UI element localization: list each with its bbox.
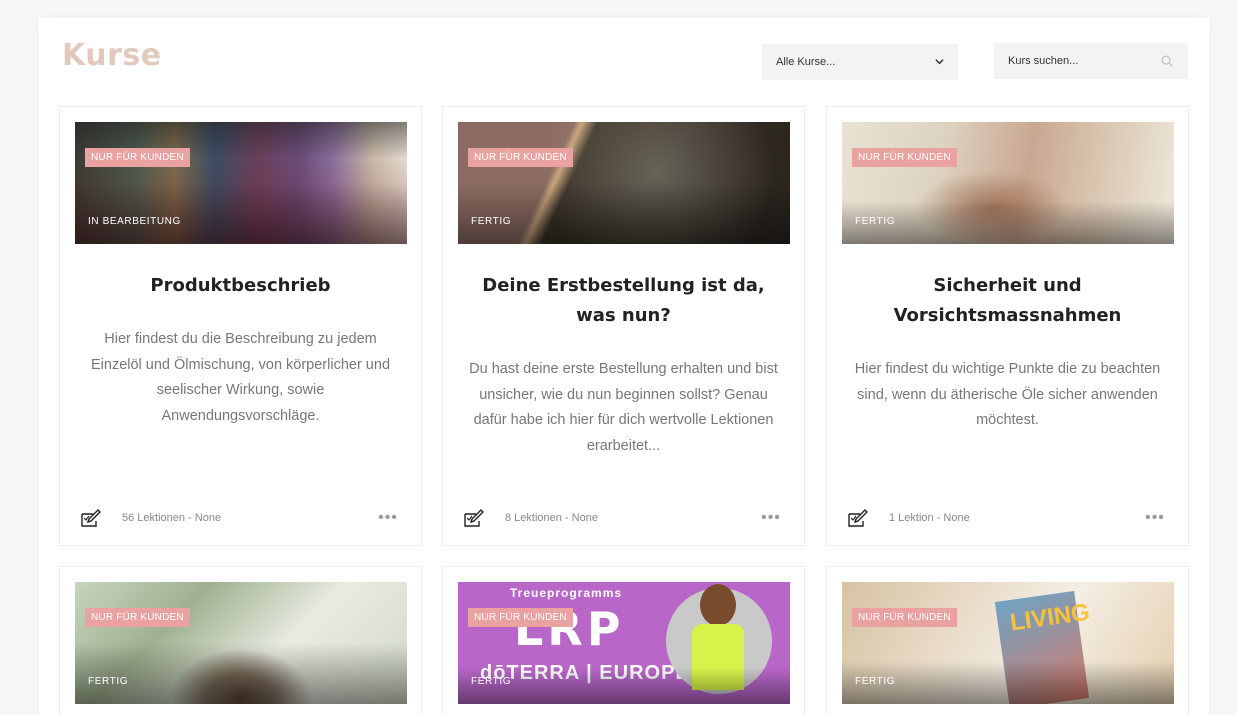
customer-only-badge: NUR FÜR KUNDEN [85, 608, 190, 627]
course-search-input[interactable] [1008, 55, 1160, 67]
banner-subtitle: Treueprogramms [510, 586, 623, 600]
course-meta: 56 Lektionen - None ••• [80, 508, 399, 528]
course-thumbnail[interactable]: NUR FÜR KUNDEN FERTIG [75, 582, 407, 704]
course-description: Hier findest du die Beschreibung zu jede… [90, 331, 391, 424]
course-description: Du hast deine erste Bestellung erhalten … [469, 361, 778, 454]
course-status: IN BEARBEITUNG [88, 216, 181, 227]
course-card[interactable]: Treueprogramms LRP dōTERRA | EUROPE NUR … [442, 566, 805, 715]
page-title: Kurse [62, 38, 162, 73]
more-options-icon[interactable]: ••• [377, 509, 399, 527]
course-thumbnail[interactable]: NUR FÜR KUNDEN IN BEARBEITUNG [75, 122, 407, 244]
course-lesson-count: 8 Lektionen - None [505, 512, 598, 524]
course-thumbnail[interactable]: NUR FÜR KUNDEN FERTIG [458, 122, 790, 244]
course-status: FERTIG [855, 676, 896, 687]
course-thumbnail[interactable]: LIVING NUR FÜR KUNDEN FERTIG [842, 582, 1174, 704]
more-options-icon[interactable]: ••• [1144, 509, 1166, 527]
lesson-edit-icon [464, 509, 484, 527]
lesson-edit-icon [81, 509, 101, 527]
course-status: FERTIG [88, 676, 129, 687]
course-lesson-count: 56 Lektionen - None [122, 512, 222, 524]
lesson-edit-icon [848, 509, 868, 527]
customer-only-badge: NUR FÜR KUNDEN [468, 608, 573, 627]
course-filter-select[interactable]: Alle Kurse... [762, 44, 958, 80]
course-thumbnail[interactable]: NUR FÜR KUNDEN FERTIG [842, 122, 1174, 244]
course-card[interactable]: LIVING NUR FÜR KUNDEN FERTIG [826, 566, 1189, 715]
course-card[interactable]: NUR FÜR KUNDEN IN BEARBEITUNG Produktbes… [59, 106, 422, 546]
customer-only-badge: NUR FÜR KUNDEN [852, 608, 957, 627]
course-description: Hier findest du wichtige Punkte die zu b… [854, 361, 1161, 428]
course-status: FERTIG [471, 676, 512, 687]
course-search[interactable] [994, 43, 1188, 79]
customer-only-badge: NUR FÜR KUNDEN [852, 148, 957, 167]
course-card[interactable]: NUR FÜR KUNDEN FERTIG [59, 566, 422, 715]
avatar-illustration-head [700, 584, 736, 626]
course-title[interactable]: Produktbeschrieb [80, 271, 401, 301]
course-thumbnail[interactable]: Treueprogramms LRP dōTERRA | EUROPE NUR … [458, 582, 790, 704]
customer-only-badge: NUR FÜR KUNDEN [468, 148, 573, 167]
course-title[interactable]: Sicherheit und Vorsichtsmassnahmen [847, 271, 1168, 331]
customer-only-badge: NUR FÜR KUNDEN [85, 148, 190, 167]
chevron-down-icon [935, 57, 944, 68]
course-lesson-count: 1 Lektion - None [889, 512, 970, 524]
course-card[interactable]: NUR FÜR KUNDEN FERTIG Deine Erstbestellu… [442, 106, 805, 546]
course-card[interactable]: NUR FÜR KUNDEN FERTIG Sicherheit und Vor… [826, 106, 1189, 546]
course-meta: 8 Lektionen - None ••• [463, 508, 782, 528]
search-icon[interactable] [1160, 54, 1174, 68]
course-meta: 1 Lektion - None ••• [847, 508, 1166, 528]
course-status: FERTIG [471, 216, 512, 227]
more-options-icon[interactable]: ••• [760, 509, 782, 527]
course-title[interactable]: Deine Erstbestellung ist da, was nun? [463, 271, 784, 331]
course-filter-label: Alle Kurse... [776, 56, 836, 68]
course-status: FERTIG [855, 216, 896, 227]
